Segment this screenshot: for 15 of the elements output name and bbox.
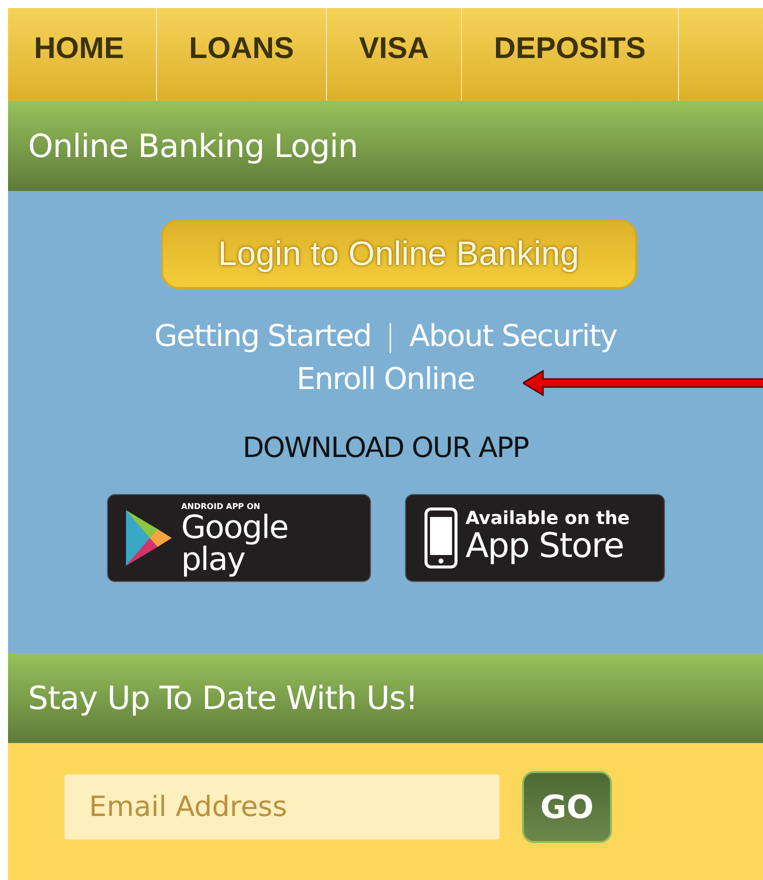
- badge-caption: ANDROID APP ON: [181, 502, 262, 510]
- link-separator: |: [385, 319, 396, 354]
- google-play-badge[interactable]: ANDROID APP ON Google play: [106, 494, 370, 582]
- go-button[interactable]: GO: [522, 770, 612, 842]
- app-heading: DOWNLOAD OUR APP: [242, 431, 528, 464]
- badge-caption: Available on the: [466, 510, 630, 528]
- badge-title: Google play: [181, 510, 289, 574]
- app-store-badge[interactable]: Available on the App Store: [404, 494, 664, 582]
- section-title: Online Banking Login: [28, 127, 358, 165]
- section-title: Stay Up To Date With Us!: [28, 679, 418, 717]
- phone-icon: [424, 507, 458, 569]
- email-field[interactable]: Email Address: [64, 774, 500, 840]
- arrow-icon: [522, 368, 763, 398]
- badge-title: App Store: [466, 528, 625, 566]
- play-triangle-icon: [124, 508, 174, 568]
